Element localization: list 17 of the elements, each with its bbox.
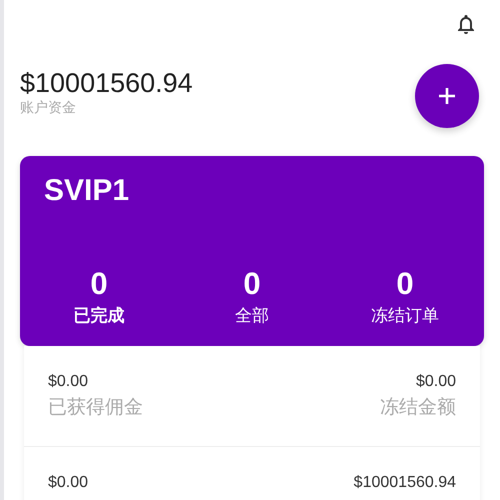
summary-value: $0.00 [48, 372, 90, 391]
plus-icon [437, 86, 457, 106]
summary-value: $0.00 [48, 472, 88, 492]
stat-label: 全部 [234, 307, 270, 326]
stat-value: 0 [242, 268, 262, 299]
stat-label: 已完成 [72, 307, 126, 326]
summary-value: $10001560.94 [354, 472, 456, 492]
level-title: SVIP1 [44, 176, 130, 206]
stat-label: 冻结订单 [370, 307, 440, 326]
balance-label: 账户资金 [20, 99, 77, 116]
add-button[interactable] [415, 64, 479, 128]
stat-value: 0 [395, 268, 415, 299]
balance-amount: $10001560.94 [20, 70, 193, 97]
stat-value: 0 [89, 268, 109, 299]
summary-label: 已获得佣金 [48, 396, 143, 420]
summary-label: 冻结金额 [380, 396, 456, 420]
summary-value: $0.00 [414, 372, 456, 391]
